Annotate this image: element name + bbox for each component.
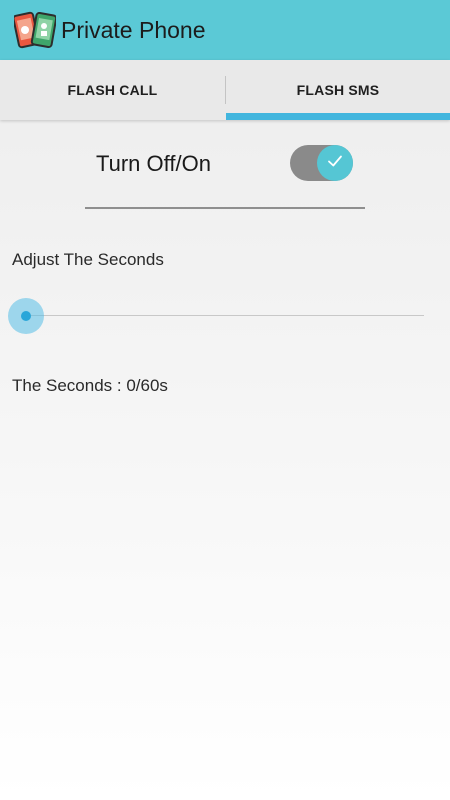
section-divider bbox=[85, 207, 365, 209]
tab-bar: FLASH CALL FLASH SMS bbox=[0, 60, 450, 120]
tab-flash-call[interactable]: FLASH CALL bbox=[0, 60, 225, 120]
adjust-seconds-label: Adjust The Seconds bbox=[12, 250, 164, 269]
tab-flash-sms[interactable]: FLASH SMS bbox=[226, 60, 450, 120]
seconds-slider[interactable] bbox=[8, 298, 428, 334]
flash-toggle-switch[interactable] bbox=[290, 145, 353, 181]
slider-thumb[interactable] bbox=[21, 311, 31, 321]
slider-track bbox=[26, 315, 424, 316]
check-icon bbox=[325, 151, 345, 176]
selected-tab-indicator bbox=[226, 113, 450, 120]
phone-pair-icon[interactable] bbox=[12, 10, 58, 50]
seconds-value-text: The Seconds : 0/60s bbox=[12, 376, 168, 395]
toggle-label: Turn Off/On bbox=[96, 151, 211, 176]
app-title: Private Phone bbox=[61, 17, 206, 43]
switch-knob bbox=[317, 145, 353, 181]
app-bar: Private Phone bbox=[0, 0, 450, 60]
